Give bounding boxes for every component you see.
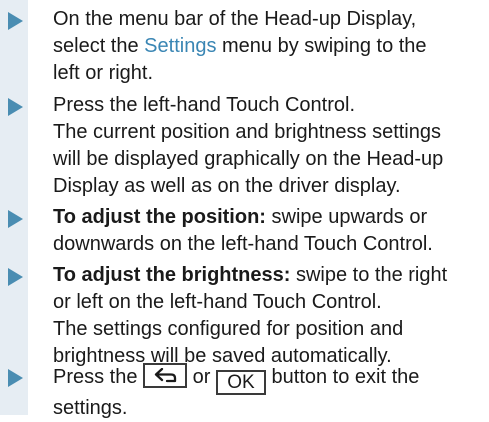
back-arrow-icon xyxy=(154,368,177,383)
ok-button-key: OK xyxy=(215,370,266,395)
brightness-heading: To adjust the brightness: xyxy=(53,264,291,286)
margin-stripe xyxy=(0,0,28,415)
step-arrow-icon xyxy=(8,98,23,116)
step-1-text: On the menu bar of the Head-up Display, … xyxy=(53,8,427,84)
step-arrow-icon xyxy=(8,268,23,286)
position-heading: To adjust the position: xyxy=(53,206,266,228)
step-arrow-icon xyxy=(8,210,23,228)
step-4-text: To adjust the brightness: swipe to the r… xyxy=(53,264,448,367)
back-button-key xyxy=(143,363,188,388)
settings-menu-term: Settings xyxy=(144,35,217,57)
step-5-text: Press the or OK button to exit the setti… xyxy=(53,363,478,422)
step-2-text: Press the left-hand Touch Control. The c… xyxy=(53,94,444,197)
step-arrow-icon xyxy=(8,369,23,387)
step-arrow-icon xyxy=(8,12,23,30)
step-3-text: To adjust the position: swipe upwards or… xyxy=(53,206,433,255)
